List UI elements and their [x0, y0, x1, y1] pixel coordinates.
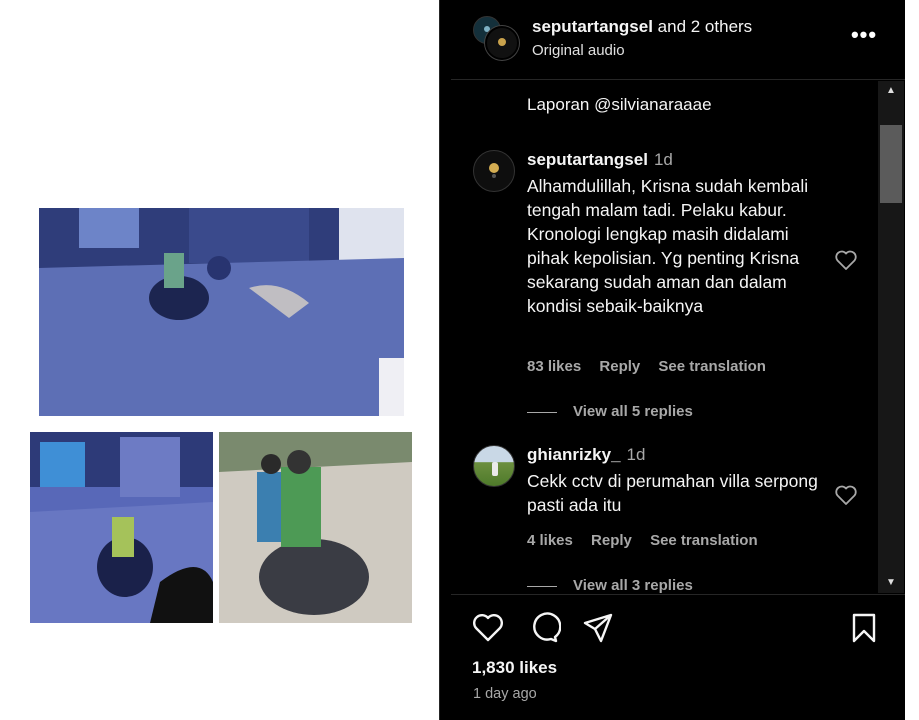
avatar[interactable] [473, 445, 515, 487]
reply-button[interactable]: Reply [591, 532, 632, 549]
post-time[interactable]: 1 day ago [473, 686, 537, 702]
cctv-photo-rider-right [219, 432, 412, 623]
comment-time[interactable]: 1d [627, 445, 646, 464]
replies-divider [527, 585, 557, 587]
comment-username[interactable]: seputartangsel 1d [527, 150, 673, 170]
avatar [485, 26, 519, 60]
reply-button[interactable]: Reply [599, 358, 640, 375]
author-others[interactable]: and 2 others [658, 17, 753, 36]
avatar[interactable] [473, 150, 515, 192]
comment-text: Alhamdulillah, Krisna sudah kembali teng… [527, 176, 809, 316]
comment-username-text[interactable]: ghianrizky_ [527, 445, 621, 464]
heart-icon[interactable] [471, 611, 505, 645]
post-panel: seputartangsel and 2 others Original aud… [451, 0, 905, 720]
scrollbar[interactable]: ▲ ▼ [878, 81, 904, 593]
author-username[interactable]: seputartangsel [532, 17, 653, 36]
replies-divider [527, 411, 557, 413]
post-actions: 1,830 likes 1 day ago [451, 594, 905, 720]
like-comment-heart-icon[interactable] [834, 484, 858, 506]
cctv-photo-rider-left [30, 432, 213, 623]
comment-item: ghianrizky_ 1d Cekk cctv di perumahan vil… [451, 445, 879, 593]
post-header: seputartangsel and 2 others Original aud… [451, 0, 905, 80]
comment-username-text[interactable]: seputartangsel [527, 150, 648, 169]
comment-icon[interactable] [527, 611, 562, 645]
comment-item: seputartangsel 1d Alhamdulillah, Krisna s… [451, 150, 879, 430]
comment-time[interactable]: 1d [654, 150, 673, 169]
comment-username[interactable]: ghianrizky_ 1d [527, 445, 645, 465]
ellipsis-icon[interactable]: ••• [849, 24, 879, 47]
comment-meta: 83 likes Reply See translation [527, 358, 780, 375]
collab-avatars[interactable] [471, 16, 521, 62]
window-edge [905, 0, 919, 720]
scroll-down-arrow-icon[interactable]: ▼ [878, 573, 904, 593]
share-icon[interactable] [581, 611, 615, 645]
comment-likes[interactable]: 83 likes [527, 358, 581, 375]
scroll-up-arrow-icon[interactable]: ▲ [878, 81, 904, 101]
post-authors[interactable]: seputartangsel and 2 others [532, 17, 752, 37]
see-translation-button[interactable]: See translation [650, 532, 758, 549]
like-count[interactable]: 1,830 likes [472, 658, 557, 678]
audio-label[interactable]: Original audio [532, 42, 625, 59]
bookmark-icon[interactable] [847, 611, 881, 645]
view-replies-label[interactable]: View all 5 replies [573, 403, 693, 420]
view-replies-button[interactable]: View all 5 replies [527, 403, 693, 420]
see-translation-button[interactable]: See translation [658, 358, 766, 375]
comment-meta: 4 likes Reply See translation [527, 532, 772, 549]
comment-likes[interactable]: 4 likes [527, 532, 573, 549]
comments-list[interactable]: Laporan @silvianaraaae seputartangsel 1d … [451, 81, 905, 593]
view-replies-label[interactable]: View all 3 replies [573, 577, 693, 593]
scrollbar-thumb[interactable] [880, 125, 902, 203]
cctv-photo-street [39, 208, 404, 416]
view-replies-button[interactable]: View all 3 replies [527, 577, 693, 593]
comment-text: Cekk cctv di perumahan villa serpong pas… [527, 471, 818, 515]
caption-text: Laporan @silvianaraaae [527, 95, 712, 114]
like-comment-heart-icon[interactable] [834, 249, 858, 271]
post-media[interactable] [0, 0, 440, 720]
